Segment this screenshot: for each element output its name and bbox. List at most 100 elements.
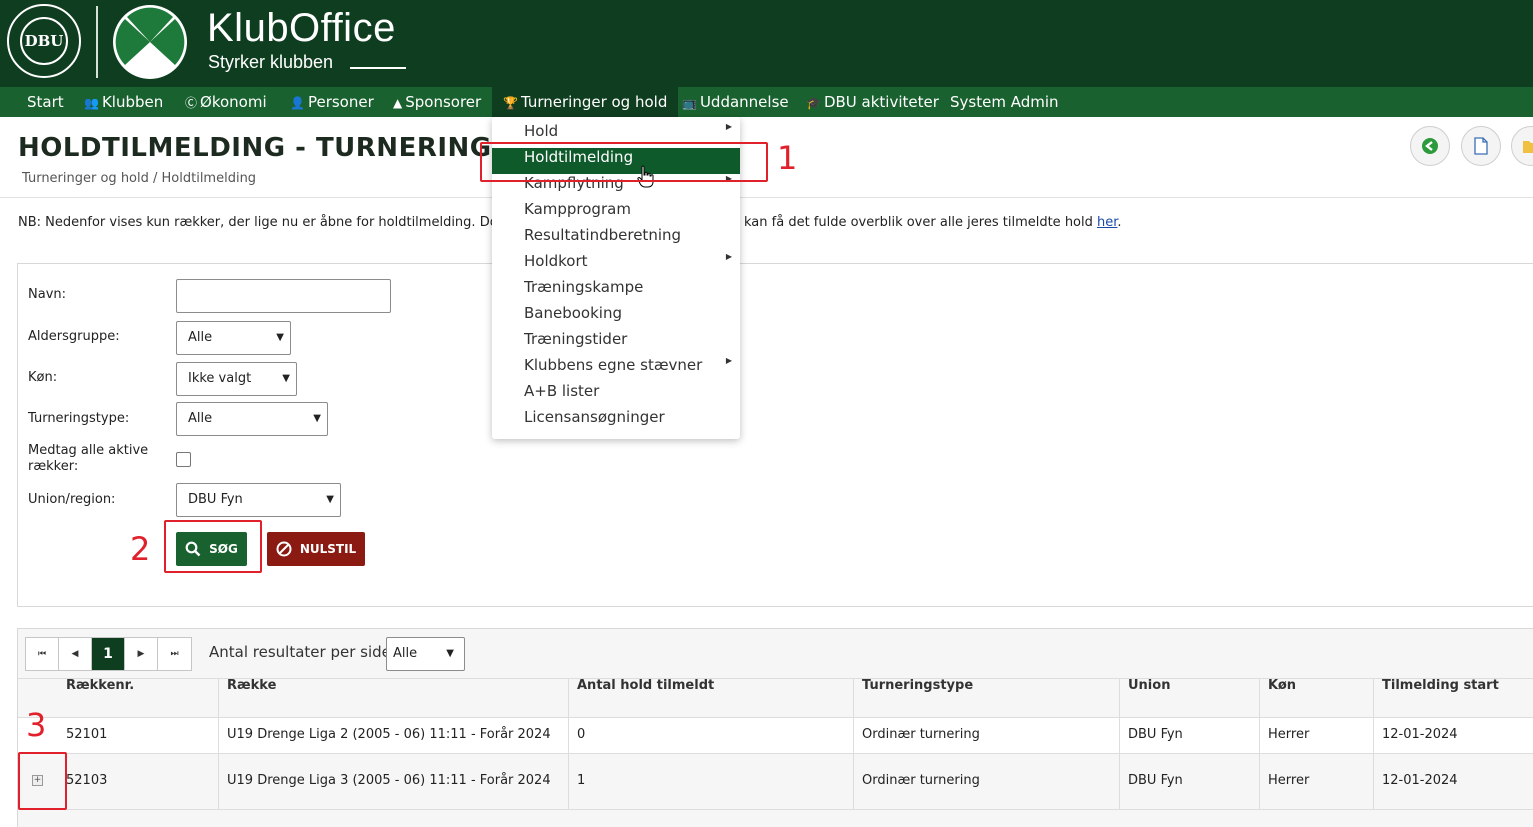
- age-group-label: Aldersgruppe:: [28, 329, 120, 344]
- dbu-logo-text: DBU: [20, 17, 68, 65]
- notice-end: kan få det fulde overblik over alle jere…: [744, 215, 1098, 230]
- arrow-left-icon: [1422, 138, 1438, 154]
- column-header[interactable]: Køn: [1259, 678, 1373, 718]
- back-button[interactable]: [1410, 126, 1450, 166]
- gender-label: Køn:: [28, 370, 58, 385]
- notice-start: NB: Nedenfor vises kun rækker, der lige …: [18, 215, 546, 230]
- tournament-type-label: Turneringstype:: [28, 411, 130, 426]
- chevron-right-icon: ▶: [725, 252, 732, 261]
- nav-item-start[interactable]: Start: [18, 87, 73, 117]
- pager: ⏮ ◀ 1 ▶ ⏭: [25, 637, 192, 671]
- age-group-select[interactable]: Alle ▼: [176, 321, 291, 355]
- column-header[interactable]: Union: [1119, 678, 1259, 718]
- nav-item-personer[interactable]: 👤 Personer: [282, 87, 382, 117]
- brand-title: KlubOffice: [207, 6, 396, 50]
- logo-divider: [96, 6, 98, 78]
- prev-page-button[interactable]: ◀: [59, 638, 92, 670]
- main-nav: Start 👥 Klubben Ⓒ Økonomi 👤 Personer ▲ Spons…: [0, 87, 1533, 117]
- breadcrumb[interactable]: Turneringer og hold / Holdtilmelding: [22, 171, 256, 186]
- trophy-icon: 🏆: [503, 96, 518, 110]
- first-page-icon: ⏮: [37, 649, 47, 659]
- tournament-type-select[interactable]: Alle ▼: [176, 402, 328, 436]
- chevron-down-icon: ▼: [282, 373, 290, 384]
- notice-after: .: [1117, 215, 1122, 230]
- annotation-box: [164, 520, 262, 573]
- union-region-select[interactable]: DBU Fyn ▼: [176, 483, 341, 517]
- menu-item-traeningstider[interactable]: Træningstider: [492, 330, 740, 356]
- notice-link[interactable]: her: [1097, 215, 1117, 230]
- presentation-icon: 📺: [682, 96, 697, 110]
- graduation-cap-icon: 🎓: [806, 96, 821, 110]
- menu-item-traeningskampe[interactable]: Træningskampe: [492, 278, 740, 304]
- gender-select[interactable]: Ikke valgt ▼: [176, 362, 297, 396]
- nav-label: Klubben: [101, 93, 164, 111]
- dbu-logo[interactable]: DBU: [7, 4, 81, 78]
- table-cell: Herrer: [1259, 718, 1373, 754]
- nav-item-klubben[interactable]: 👥 Klubben: [76, 87, 171, 117]
- menu-item-banebooking[interactable]: Banebooking: [492, 304, 740, 330]
- table-cell: Ordinær turnering: [853, 754, 1119, 810]
- chevron-right-icon: ▶: [725, 122, 732, 131]
- kluboffice-logo-icon[interactable]: [113, 5, 187, 79]
- reset-button[interactable]: NULSTIL: [267, 532, 365, 566]
- table-cell: 52101: [66, 727, 108, 742]
- annotation-number: 1: [777, 139, 798, 177]
- current-page-button[interactable]: 1: [92, 638, 125, 670]
- notice-text: NB: Nedenfor vises kun rækker, der lige …: [18, 215, 546, 230]
- nav-item-okonomi[interactable]: Ⓒ Økonomi: [177, 87, 275, 117]
- table-cell: 0: [568, 718, 853, 754]
- coin-icon: Ⓒ: [185, 96, 198, 110]
- table-cell: 12-01-2024: [1373, 754, 1533, 810]
- union-region-value: DBU Fyn: [188, 492, 243, 507]
- table-cell: 12-01-2024: [1373, 718, 1533, 754]
- last-page-button[interactable]: ⏭: [158, 638, 191, 670]
- menu-item-resultatindberetning[interactable]: Resultatindberetning: [492, 226, 740, 252]
- menu-item-klubbens-egne-staevner[interactable]: Klubbens egne stævner ▶: [492, 356, 740, 382]
- folder-button[interactable]: [1511, 126, 1533, 166]
- column-header[interactable]: Række: [218, 678, 568, 718]
- menu-label: Licensansøgninger: [524, 408, 665, 426]
- table-cell: DBU Fyn: [1119, 754, 1259, 810]
- menu-item-licensansoegninger[interactable]: Licensansøgninger: [492, 408, 740, 434]
- name-input[interactable]: [176, 279, 391, 313]
- nav-label: Start: [27, 93, 64, 111]
- union-region-label: Union/region:: [28, 492, 116, 507]
- table-cell: U19 Drenge Liga 3 (2005 - 06) 11:11 - Fo…: [218, 754, 568, 810]
- nav-item-dbu-aktiviteter[interactable]: 🎓 DBU aktiviteter: [798, 87, 947, 117]
- person-icon: 👤: [290, 96, 305, 110]
- last-page-icon: ⏭: [170, 649, 179, 659]
- notice-tail: kan få det fulde overblik over alle jere…: [744, 215, 1122, 230]
- nav-item-uddannelse[interactable]: 📺 Uddannelse: [674, 87, 797, 117]
- gender-value: Ikke valgt: [188, 371, 252, 386]
- include-active-label: Medtag alle aktive rækker:: [28, 443, 149, 474]
- first-page-button[interactable]: ⏮: [26, 638, 59, 670]
- menu-item-holdkort[interactable]: Holdkort ▶: [492, 252, 740, 278]
- menu-label: Holdkort: [524, 252, 588, 270]
- sponsor-icon: ▲: [393, 96, 403, 110]
- document-button[interactable]: [1461, 126, 1501, 166]
- include-active-checkbox[interactable]: [176, 452, 191, 467]
- menu-item-kampprogram[interactable]: Kampprogram: [492, 200, 740, 226]
- column-header[interactable]: Turneringstype: [853, 678, 1119, 718]
- per-page-label: Antal resultater per side: [209, 643, 391, 661]
- age-group-value: Alle: [188, 330, 213, 345]
- per-page-select[interactable]: Alle ▼: [386, 637, 465, 671]
- menu-label: Resultatindberetning: [524, 226, 682, 244]
- menu-item-ab-lister[interactable]: A+B lister: [492, 382, 740, 408]
- chevron-down-icon: ▼: [446, 648, 454, 659]
- column-header[interactable]: Antal hold tilmeldt: [568, 678, 853, 718]
- table-cell: 1: [568, 754, 853, 810]
- nav-item-sponsorer[interactable]: ▲ Sponsorer: [385, 87, 489, 117]
- next-page-icon: ▶: [137, 649, 145, 659]
- annotation-number: 2: [130, 530, 151, 568]
- nav-item-system-admin[interactable]: System Admin: [942, 87, 1067, 117]
- table-cell: U19 Drenge Liga 2 (2005 - 06) 11:11 - Fo…: [218, 718, 568, 754]
- group-icon: 👥: [84, 96, 99, 110]
- menu-label: A+B lister: [524, 382, 600, 400]
- annotation-box: [480, 142, 768, 182]
- next-page-button[interactable]: ▶: [125, 638, 158, 670]
- tournament-type-value: Alle: [188, 411, 213, 426]
- column-header[interactable]: Rækkenr.: [58, 678, 218, 718]
- column-header[interactable]: Tilmelding start: [1373, 678, 1533, 718]
- nav-item-turneringer-og-hold[interactable]: 🏆 Turneringer og hold: [492, 87, 679, 117]
